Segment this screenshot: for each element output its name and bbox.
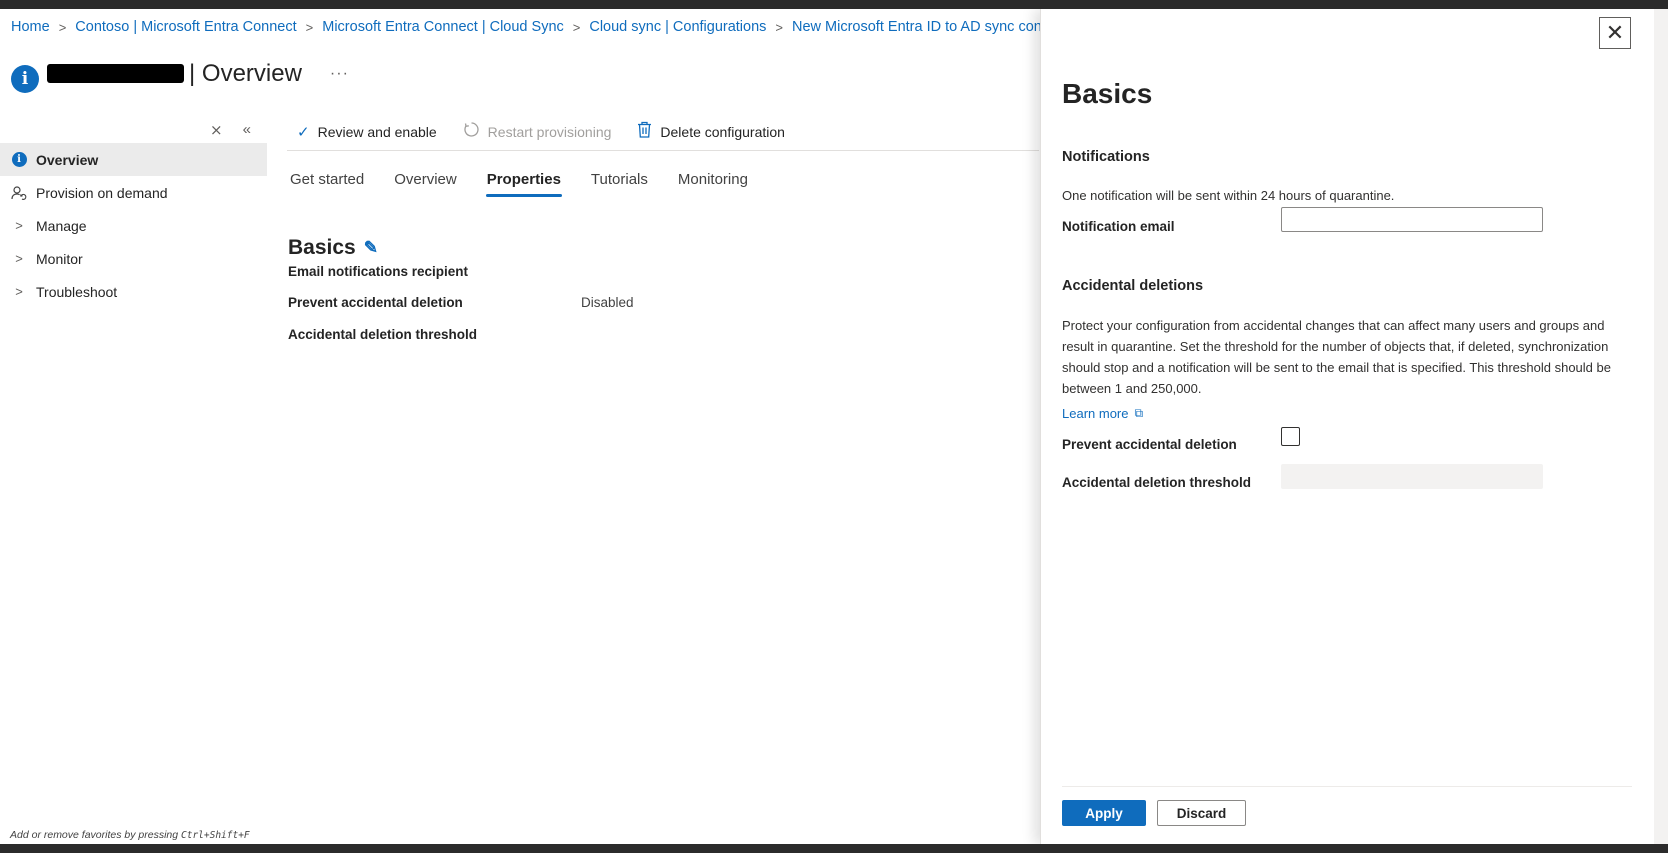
redacted-name [47,64,184,83]
close-icon: ✕ [1605,20,1625,45]
property-label: Prevent accidental deletion [288,295,463,310]
delete-configuration-button[interactable]: Delete configuration [637,121,785,142]
prevent-deletion-label: Prevent accidental deletion [1062,437,1237,452]
basics-edit-panel: ✕ Basics Notifications One notification … [1040,9,1654,844]
learn-more-label: Learn more [1062,406,1129,421]
tab-monitoring[interactable]: Monitoring [678,171,748,197]
property-label: Email notifications recipient [288,264,469,279]
sidebar: i Overview Provision on demand > Manage … [0,143,267,308]
info-icon: i [11,65,39,93]
tab-properties[interactable]: Properties [485,171,563,197]
property-label: Accidental deletion threshold [288,327,478,342]
accidental-deletions-heading: Accidental deletions [1062,278,1204,294]
discard-button[interactable]: Discard [1157,800,1246,826]
page-title: | Overview [189,59,302,87]
property-value: Disabled [581,295,634,310]
apply-button[interactable]: Apply [1062,800,1146,826]
review-and-enable-button[interactable]: ✓ Review and enable [297,123,437,141]
page-header: i | Overview ··· [11,54,349,93]
breadcrumb-entra-connect[interactable]: Contoso | Microsoft Entra Connect [75,19,296,35]
sidebar-tools: ⨯ « [210,121,251,139]
sidebar-item-monitor[interactable]: > Monitor [0,242,267,275]
notification-email-label: Notification email [1062,219,1175,234]
sidebar-item-label: Monitor [36,250,83,267]
basics-heading-label: Basics [288,236,356,259]
deletion-threshold-field[interactable] [1281,464,1543,489]
sidebar-item-overview[interactable]: i Overview [0,143,267,176]
close-button[interactable]: ✕ [1599,17,1631,49]
favorites-shortcut: Ctrl+Shift+F [181,830,250,841]
breadcrumb-configurations[interactable]: Cloud sync | Configurations [589,19,766,35]
deletion-threshold-label: Accidental deletion threshold [1062,475,1252,490]
chevron-right-icon: > [305,19,314,35]
restart-provisioning-button[interactable]: Restart provisioning [463,121,612,142]
breadcrumb-new-configuration[interactable]: New Microsoft Entra ID to AD sync confi [792,19,1049,35]
more-options-icon[interactable]: ··· [330,65,349,83]
sidebar-item-label: Troubleshoot [36,283,118,300]
notification-email-field[interactable] [1281,207,1543,232]
pencil-edit-icon[interactable]: ✎ [364,238,378,258]
sidebar-item-label: Provision on demand [36,184,168,201]
learn-more-link[interactable]: Learn more ⧉ [1062,406,1143,421]
panel-title: Basics [1062,78,1153,109]
command-bar: ✓ Review and enable Restart provisioning… [287,113,1039,151]
breadcrumb-home[interactable]: Home [11,19,50,35]
breadcrumb-cloud-sync[interactable]: Microsoft Entra Connect | Cloud Sync [322,19,564,35]
restart-provisioning-label: Restart provisioning [487,123,612,140]
tab-get-started[interactable]: Get started [290,171,364,197]
notifications-heading: Notifications [1062,149,1150,165]
favorites-hint-text: Add or remove favorites by pressing [10,829,179,841]
window-edge [1654,9,1668,844]
collapse-all-icon[interactable]: ⨯ [210,121,223,139]
basics-section-heading: Basics ✎ [288,236,378,260]
restart-icon [463,121,480,142]
footer-divider [1062,786,1632,787]
info-icon: i [11,152,27,168]
external-link-icon: ⧉ [1134,406,1144,420]
portal-frame: Home > Contoso | Microsoft Entra Connect… [0,9,1668,844]
user-sync-icon [11,185,27,201]
sidebar-item-label: Overview [36,151,99,168]
sidebar-item-provision-on-demand[interactable]: Provision on demand [0,176,267,209]
chevron-right-icon: > [15,284,23,299]
tab-tutorials[interactable]: Tutorials [591,171,648,197]
sidebar-item-troubleshoot[interactable]: > Troubleshoot [0,275,267,308]
tab-overview[interactable]: Overview [394,171,457,197]
notifications-description: One notification will be sent within 24 … [1062,188,1395,203]
chevron-right-icon: > [58,19,67,35]
sidebar-item-label: Manage [36,217,87,234]
chevron-right-icon: > [15,251,23,266]
review-and-enable-label: Review and enable [317,123,437,140]
sidebar-item-manage[interactable]: > Manage [0,209,267,242]
breadcrumb: Home > Contoso | Microsoft Entra Connect… [11,17,1049,37]
tab-bar: Get started Overview Properties Tutorial… [290,171,778,197]
chevron-right-icon: > [572,19,581,35]
chevron-right-icon: > [775,19,784,35]
trash-icon [637,121,652,142]
favorites-hint: Add or remove favorites by pressing Ctrl… [10,829,250,841]
prevent-deletion-checkbox[interactable] [1281,427,1300,446]
checkmark-icon: ✓ [297,123,310,141]
accidental-deletions-description: Protect your configuration from accident… [1062,318,1611,396]
collapse-sidebar-icon[interactable]: « [243,121,251,139]
chevron-right-icon: > [15,218,23,233]
delete-configuration-label: Delete configuration [660,123,785,140]
